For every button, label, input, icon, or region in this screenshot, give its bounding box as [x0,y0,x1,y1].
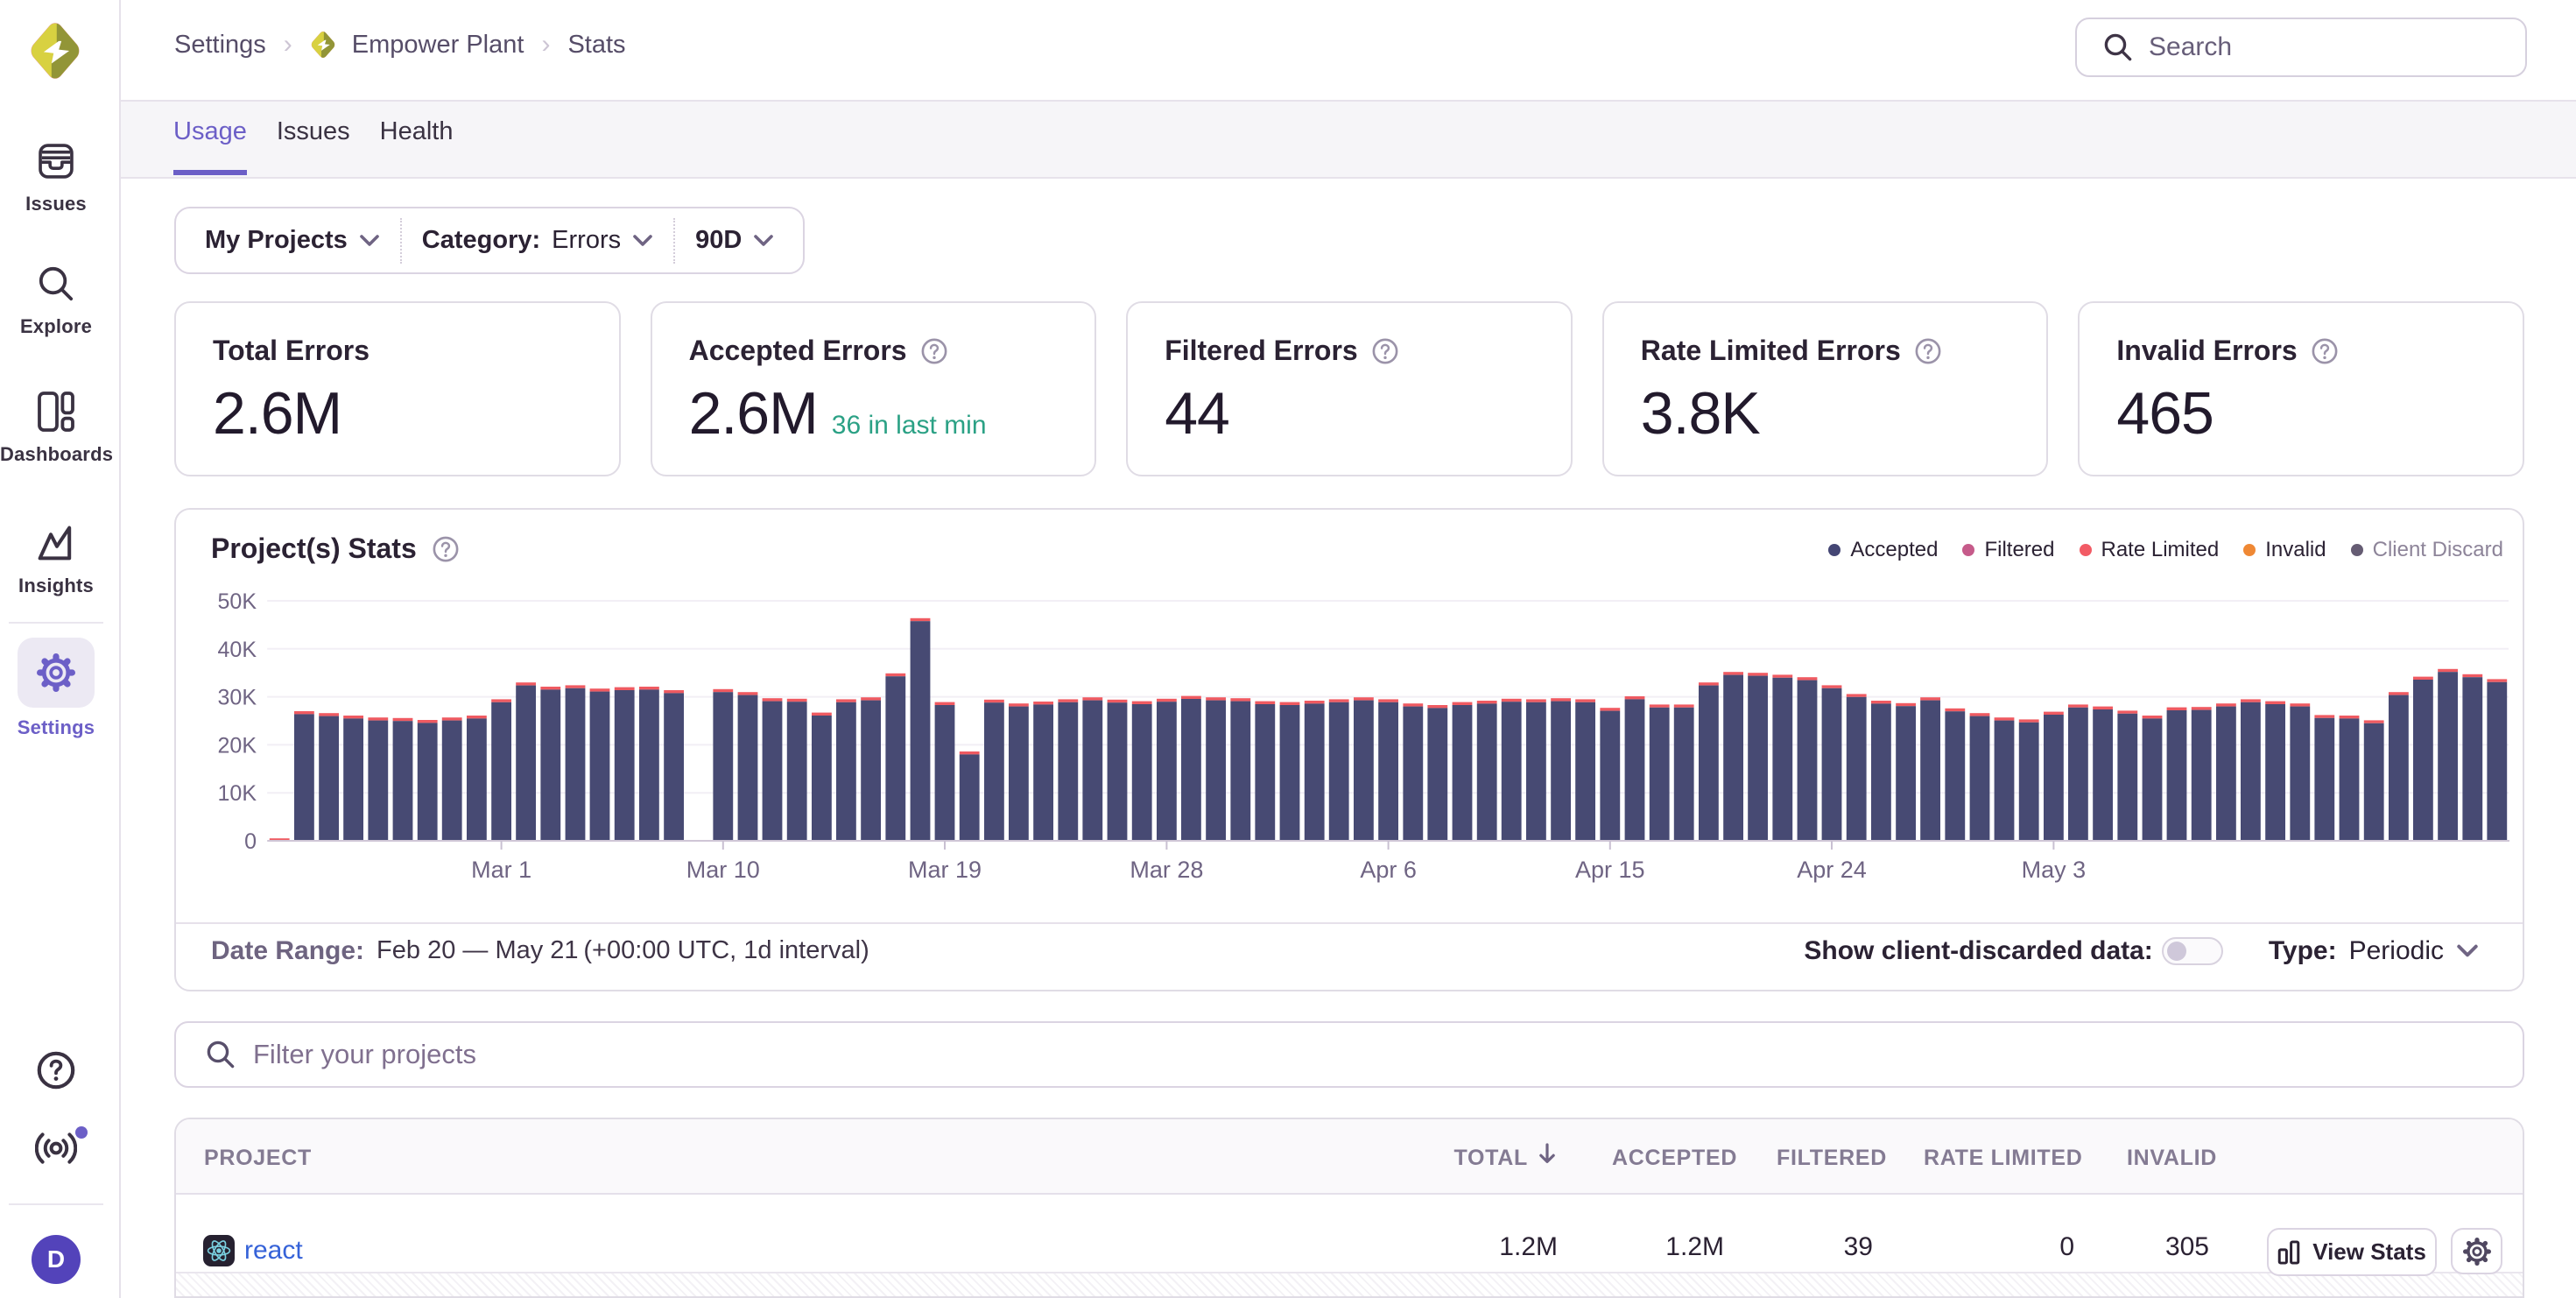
svg-text:20K: 20K [218,733,257,758]
svg-text:Mar 10: Mar 10 [686,857,760,883]
svg-text:Apr 15: Apr 15 [1575,857,1645,883]
svg-text:Apr 6: Apr 6 [1360,857,1417,883]
svg-text:0: 0 [244,829,257,854]
svg-text:Mar 28: Mar 28 [1130,857,1203,883]
svg-text:Apr 24: Apr 24 [1797,857,1867,883]
svg-text:May 3: May 3 [2022,857,2087,883]
svg-text:30K: 30K [218,686,257,710]
svg-text:Mar 1: Mar 1 [471,857,531,883]
svg-text:Mar 19: Mar 19 [908,857,982,883]
svg-text:50K: 50K [218,589,257,614]
svg-text:10K: 10K [218,781,257,806]
svg-text:40K: 40K [218,638,257,662]
